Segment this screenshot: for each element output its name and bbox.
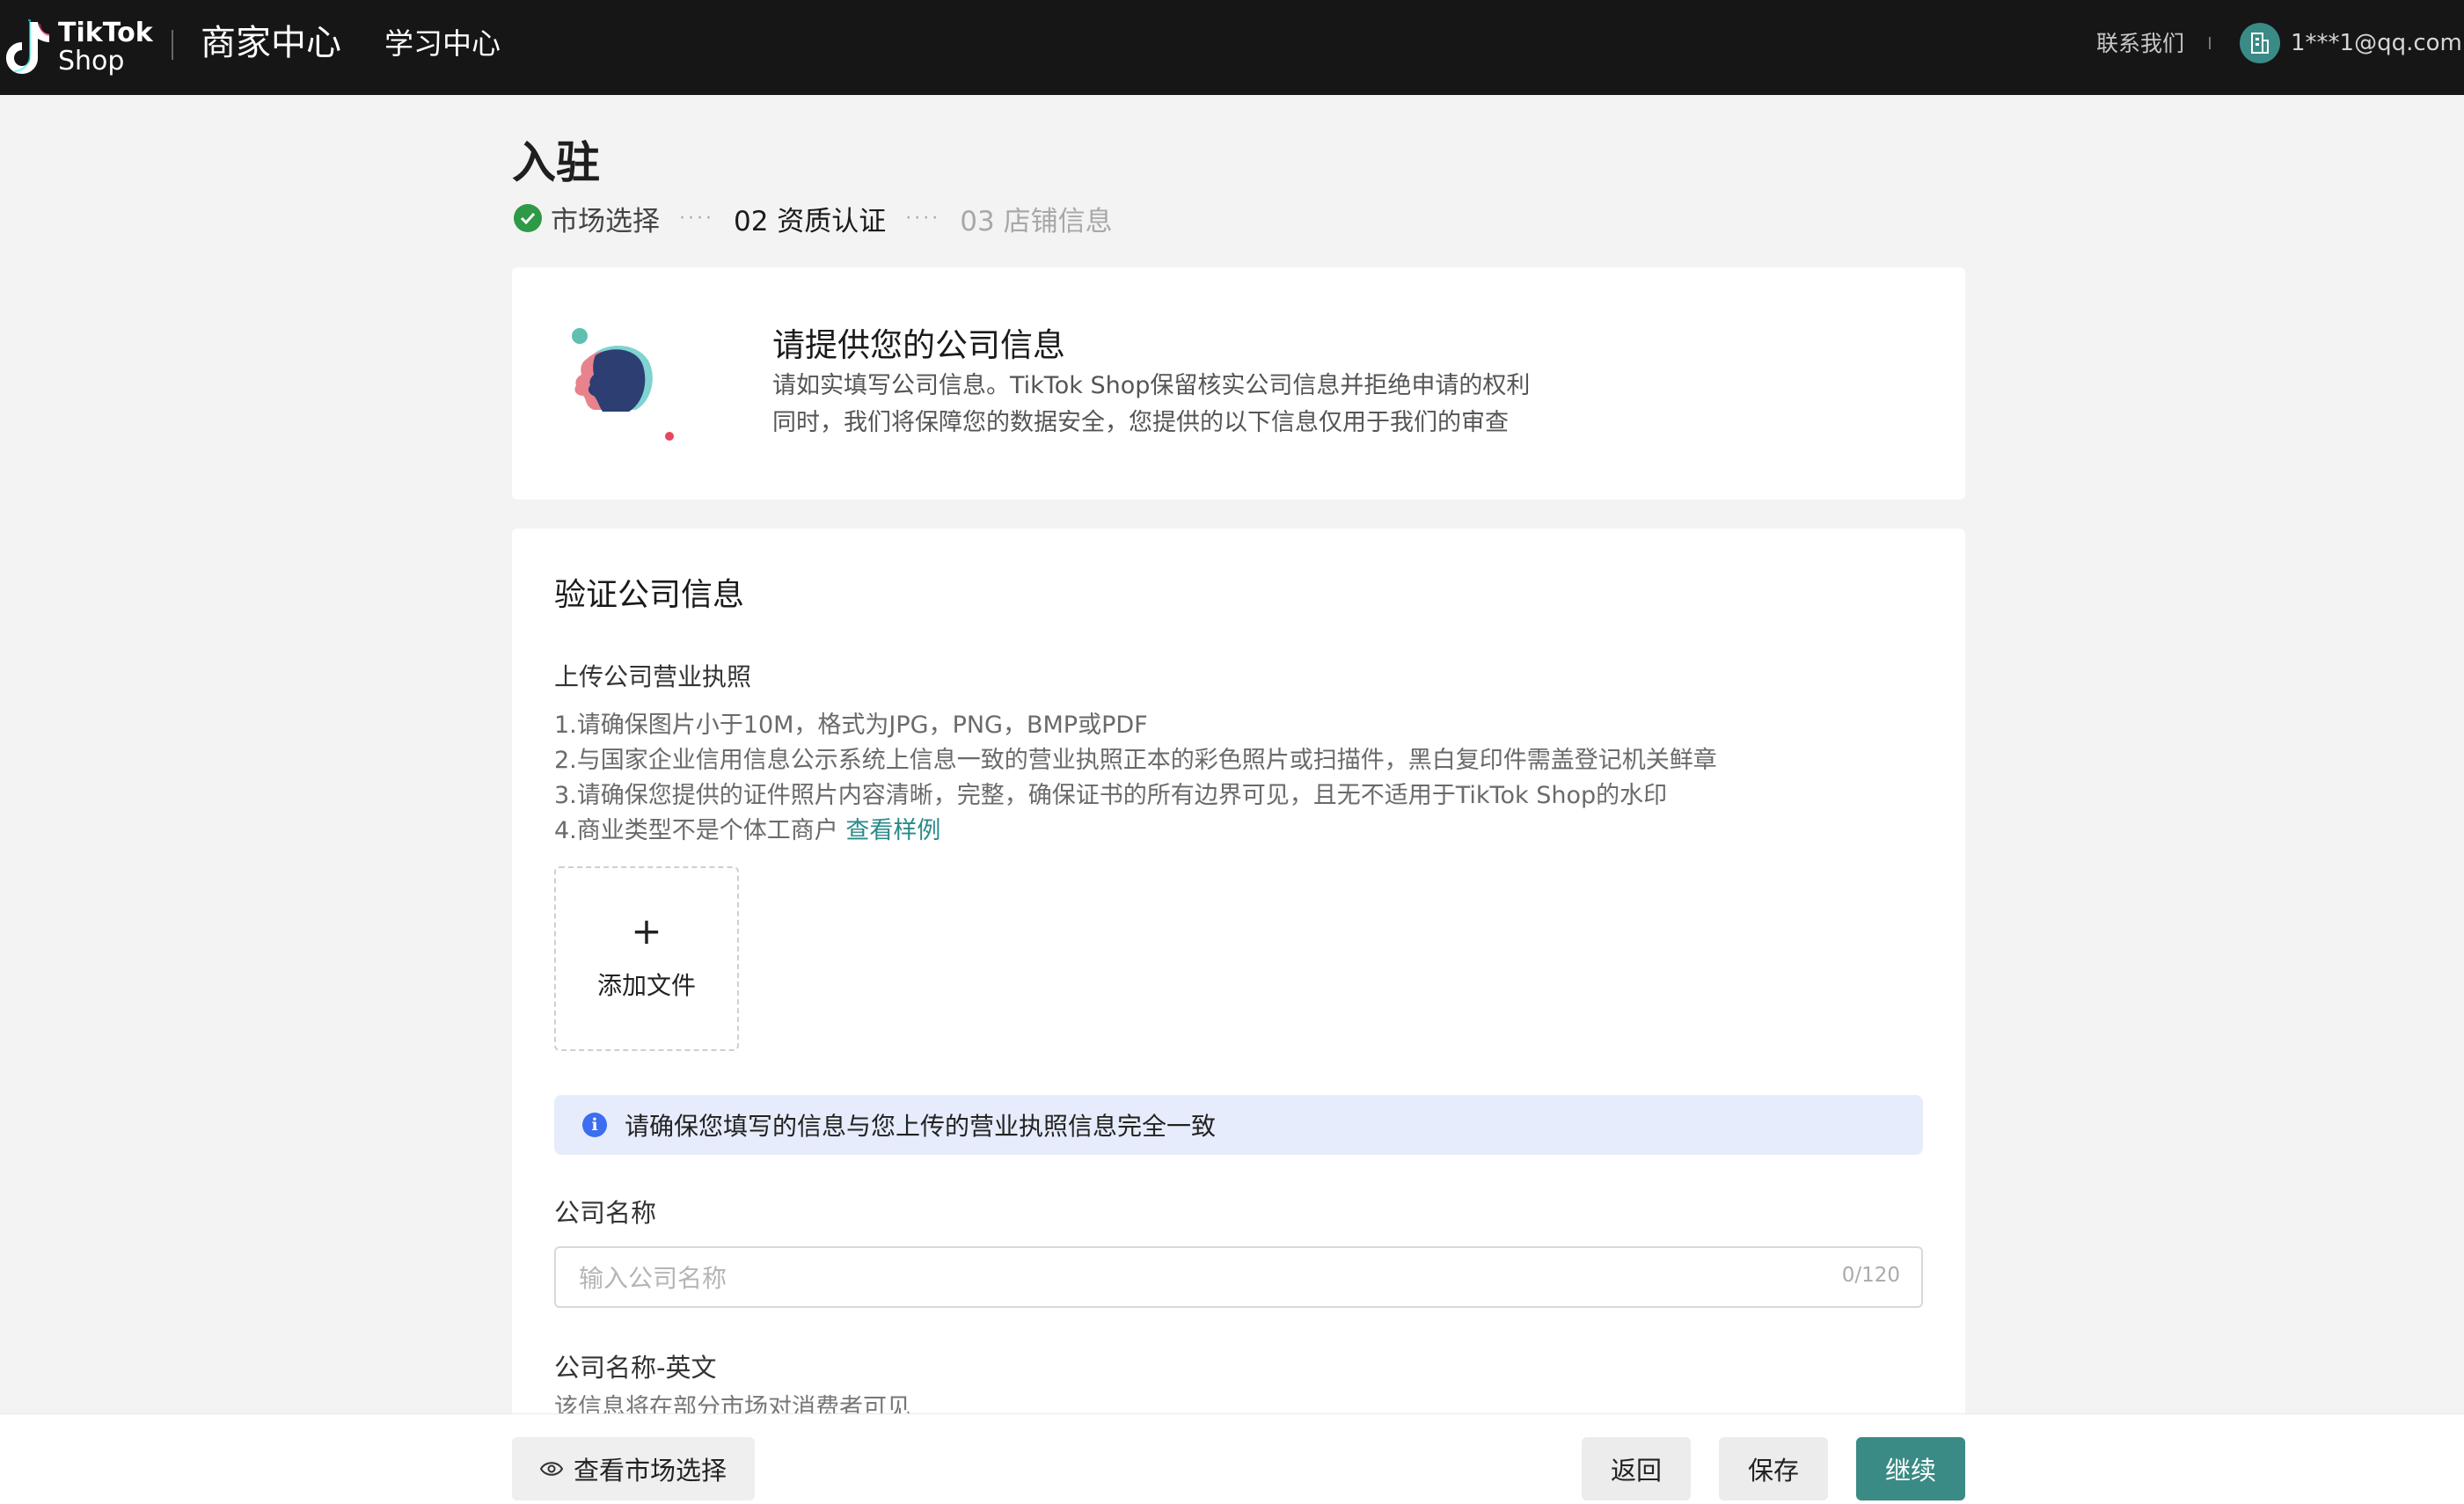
intro-description-1: 请如实填写公司信息。TikTok Shop保留核实公司信息并拒绝申请的权利 (772, 372, 1531, 399)
requirement-1: 1.请确保图片小于10M，格式为JPG，PNG，BMP或PDF (554, 712, 1148, 739)
step-separator: ···· (905, 207, 941, 230)
account-email: 1***1@qq.com (2291, 30, 2462, 56)
step-qualification: 02 资质认证 (733, 205, 887, 237)
progress-steps: 市场选择 ···· 02 资质认证 ···· 03 店铺信息 (514, 197, 1113, 239)
add-file-label: 添加文件 (596, 971, 696, 1000)
eye-icon (539, 1462, 563, 1476)
intro-title: 请提供您的公司信息 (772, 326, 1065, 364)
save-button[interactable]: 保存 (1719, 1437, 1828, 1500)
view-market-selection-button[interactable]: 查看市场选择 (512, 1437, 755, 1500)
avatar (2240, 23, 2280, 63)
company-name-input[interactable] (577, 1257, 1795, 1299)
section-title: 验证公司信息 (554, 577, 745, 613)
requirement-2: 2.与国家企业信用信息公示系统上信息一致的营业执照正本的彩色照片或扫描件，黑白复… (554, 747, 1717, 774)
profile-illustration-icon (572, 328, 674, 441)
intro-description-2: 同时，我们将保障您的数据安全，您提供的以下信息仅用于我们的审查 (772, 409, 1509, 436)
tiktok-logo-icon (6, 19, 49, 74)
character-counter: 0/120 (1841, 1264, 1900, 1287)
step-shop-info: 03 店铺信息 (960, 205, 1113, 237)
top-navigation-bar: TikTok Shop 商家中心 学习中心 联系我们 1***1@qq.com … (0, 0, 2464, 95)
step-market-selection: 市场选择 (551, 205, 660, 237)
company-name-label: 公司名称 (554, 1198, 657, 1228)
company-name-en-label: 公司名称-英文 (554, 1353, 717, 1383)
page-title: 入驻 (512, 137, 600, 188)
logo-line-1: TikTok (58, 18, 153, 48)
requirement-4: 4.商业类型不是个体工商户 查看样例 (554, 814, 940, 849)
view-market-selection-label: 查看市场选择 (573, 1456, 727, 1486)
company-name-field[interactable]: 0/120 (554, 1246, 1923, 1308)
requirement-4-text: 4.商业类型不是个体工商户 (554, 817, 846, 844)
account-menu[interactable]: 1***1@qq.com ⌄ (2240, 21, 2464, 65)
company-verification-card: 验证公司信息 上传公司营业执照 1.请确保图片小于10M，格式为JPG，PNG，… (512, 529, 1965, 1503)
requirement-3: 3.请确保您提供的证件照片内容清晰，完整，确保证书的所有边界可见，且无不适用于T… (554, 782, 1668, 809)
nav-separator (2209, 37, 2211, 49)
learning-center-link[interactable]: 学习中心 (384, 24, 501, 64)
contact-us-link[interactable]: 联系我们 (2096, 26, 2184, 62)
back-button[interactable]: 返回 (1582, 1437, 1691, 1500)
logo-line-2: Shop (58, 46, 125, 77)
continue-button[interactable]: 继续 (1856, 1437, 1965, 1500)
building-icon (2251, 33, 2269, 54)
notice-text: 请确保您填写的信息与您上传的营业执照信息完全一致 (625, 1112, 1217, 1141)
info-notice: i 请确保您填写的信息与您上传的营业执照信息完全一致 (554, 1095, 1923, 1155)
add-file-button[interactable]: + 添加文件 (554, 866, 739, 1051)
nav-divider (172, 30, 173, 60)
info-icon: i (582, 1113, 607, 1137)
seller-center-title[interactable]: 商家中心 (201, 19, 341, 67)
logo-text: TikTok Shop (58, 19, 153, 76)
footer-action-bar: 查看市场选择 返回 保存 继续 (0, 1413, 2464, 1504)
plus-icon: + (631, 909, 662, 953)
view-sample-link[interactable]: 查看样例 (845, 817, 940, 844)
step-separator: ···· (679, 207, 714, 230)
intro-card: 请提供您的公司信息 请如实填写公司信息。TikTok Shop保留核实公司信息并… (512, 267, 1965, 500)
check-circle-icon (514, 204, 542, 232)
upload-license-label: 上传公司营业执照 (554, 662, 752, 691)
tiktok-shop-logo[interactable]: TikTok Shop (4, 12, 153, 83)
